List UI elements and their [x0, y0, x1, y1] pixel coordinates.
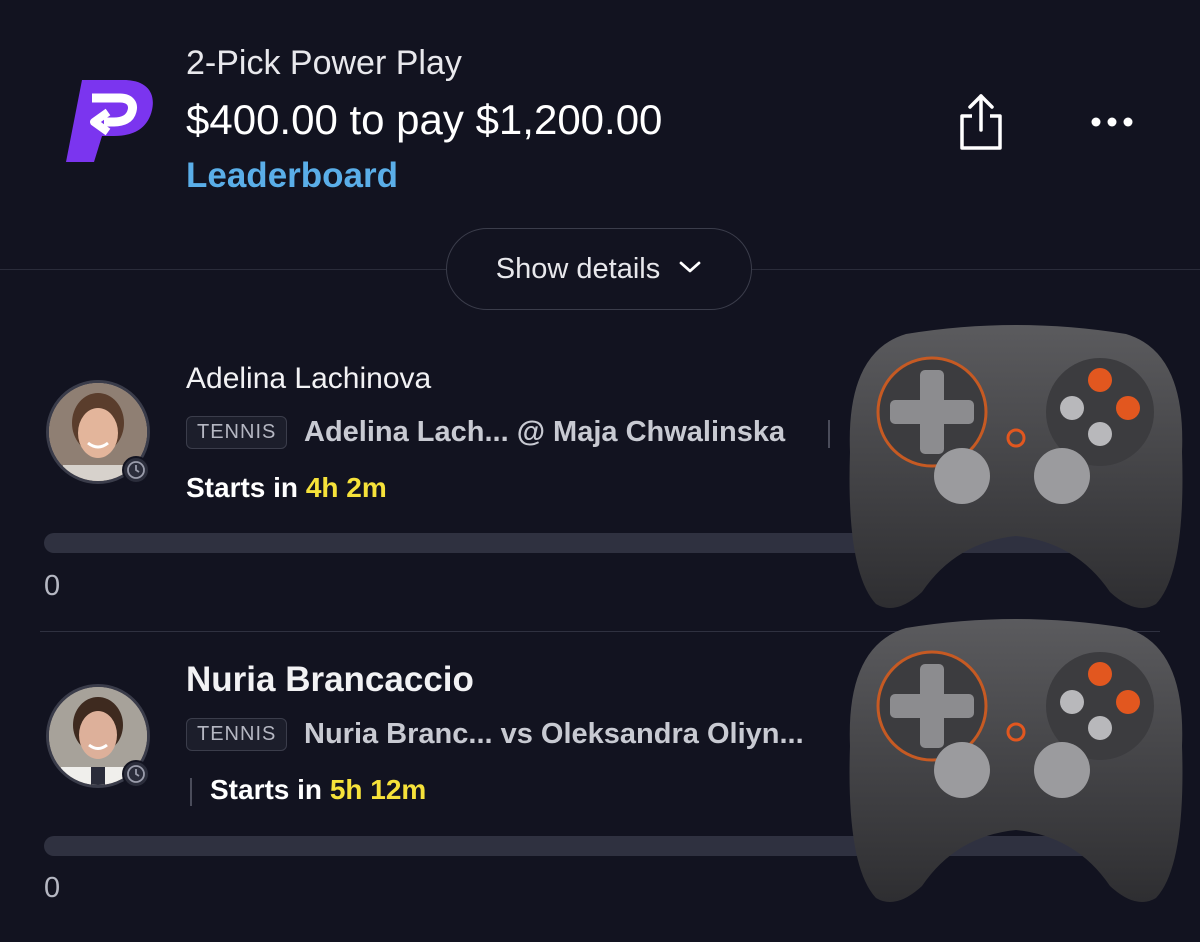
clock-icon	[122, 760, 150, 788]
start-time: Starts in 5h 12m	[210, 774, 427, 805]
entry-type-title: 2-Pick Power Play	[186, 44, 462, 82]
share-icon[interactable]	[952, 92, 1010, 154]
start-countdown: 5h 12m	[329, 774, 427, 805]
start-time: Starts in 4h 2m	[186, 472, 387, 503]
matchup-text: Adelina Lach... @ Maja Chwalinska	[304, 416, 786, 448]
current-score: 0	[44, 872, 61, 904]
game-controller-icon	[846, 322, 1186, 617]
player-name: Adelina Lachinova	[186, 362, 432, 395]
payout-summary: $400.00 to pay $1,200.00	[186, 96, 663, 143]
separator	[190, 778, 192, 806]
leaderboard-link[interactable]: Leaderboard	[186, 156, 398, 196]
show-details-button[interactable]: Show details	[446, 228, 752, 310]
sport-tag: TENNIS	[186, 416, 288, 449]
matchup-text: Nuria Branc... vs Oleksandra Oliyn...	[304, 718, 804, 750]
app-logo	[64, 78, 156, 164]
show-details-label: Show details	[495, 252, 661, 285]
chevron-down-icon	[678, 259, 702, 280]
game-controller-icon	[846, 616, 1186, 911]
current-score: 0	[44, 570, 61, 602]
more-icon[interactable]	[1082, 104, 1142, 140]
player-name: Nuria Brancaccio	[186, 660, 474, 699]
start-countdown: 4h 2m	[305, 472, 387, 503]
clock-icon	[122, 456, 150, 484]
separator	[828, 420, 830, 448]
sport-tag: TENNIS	[186, 718, 288, 751]
